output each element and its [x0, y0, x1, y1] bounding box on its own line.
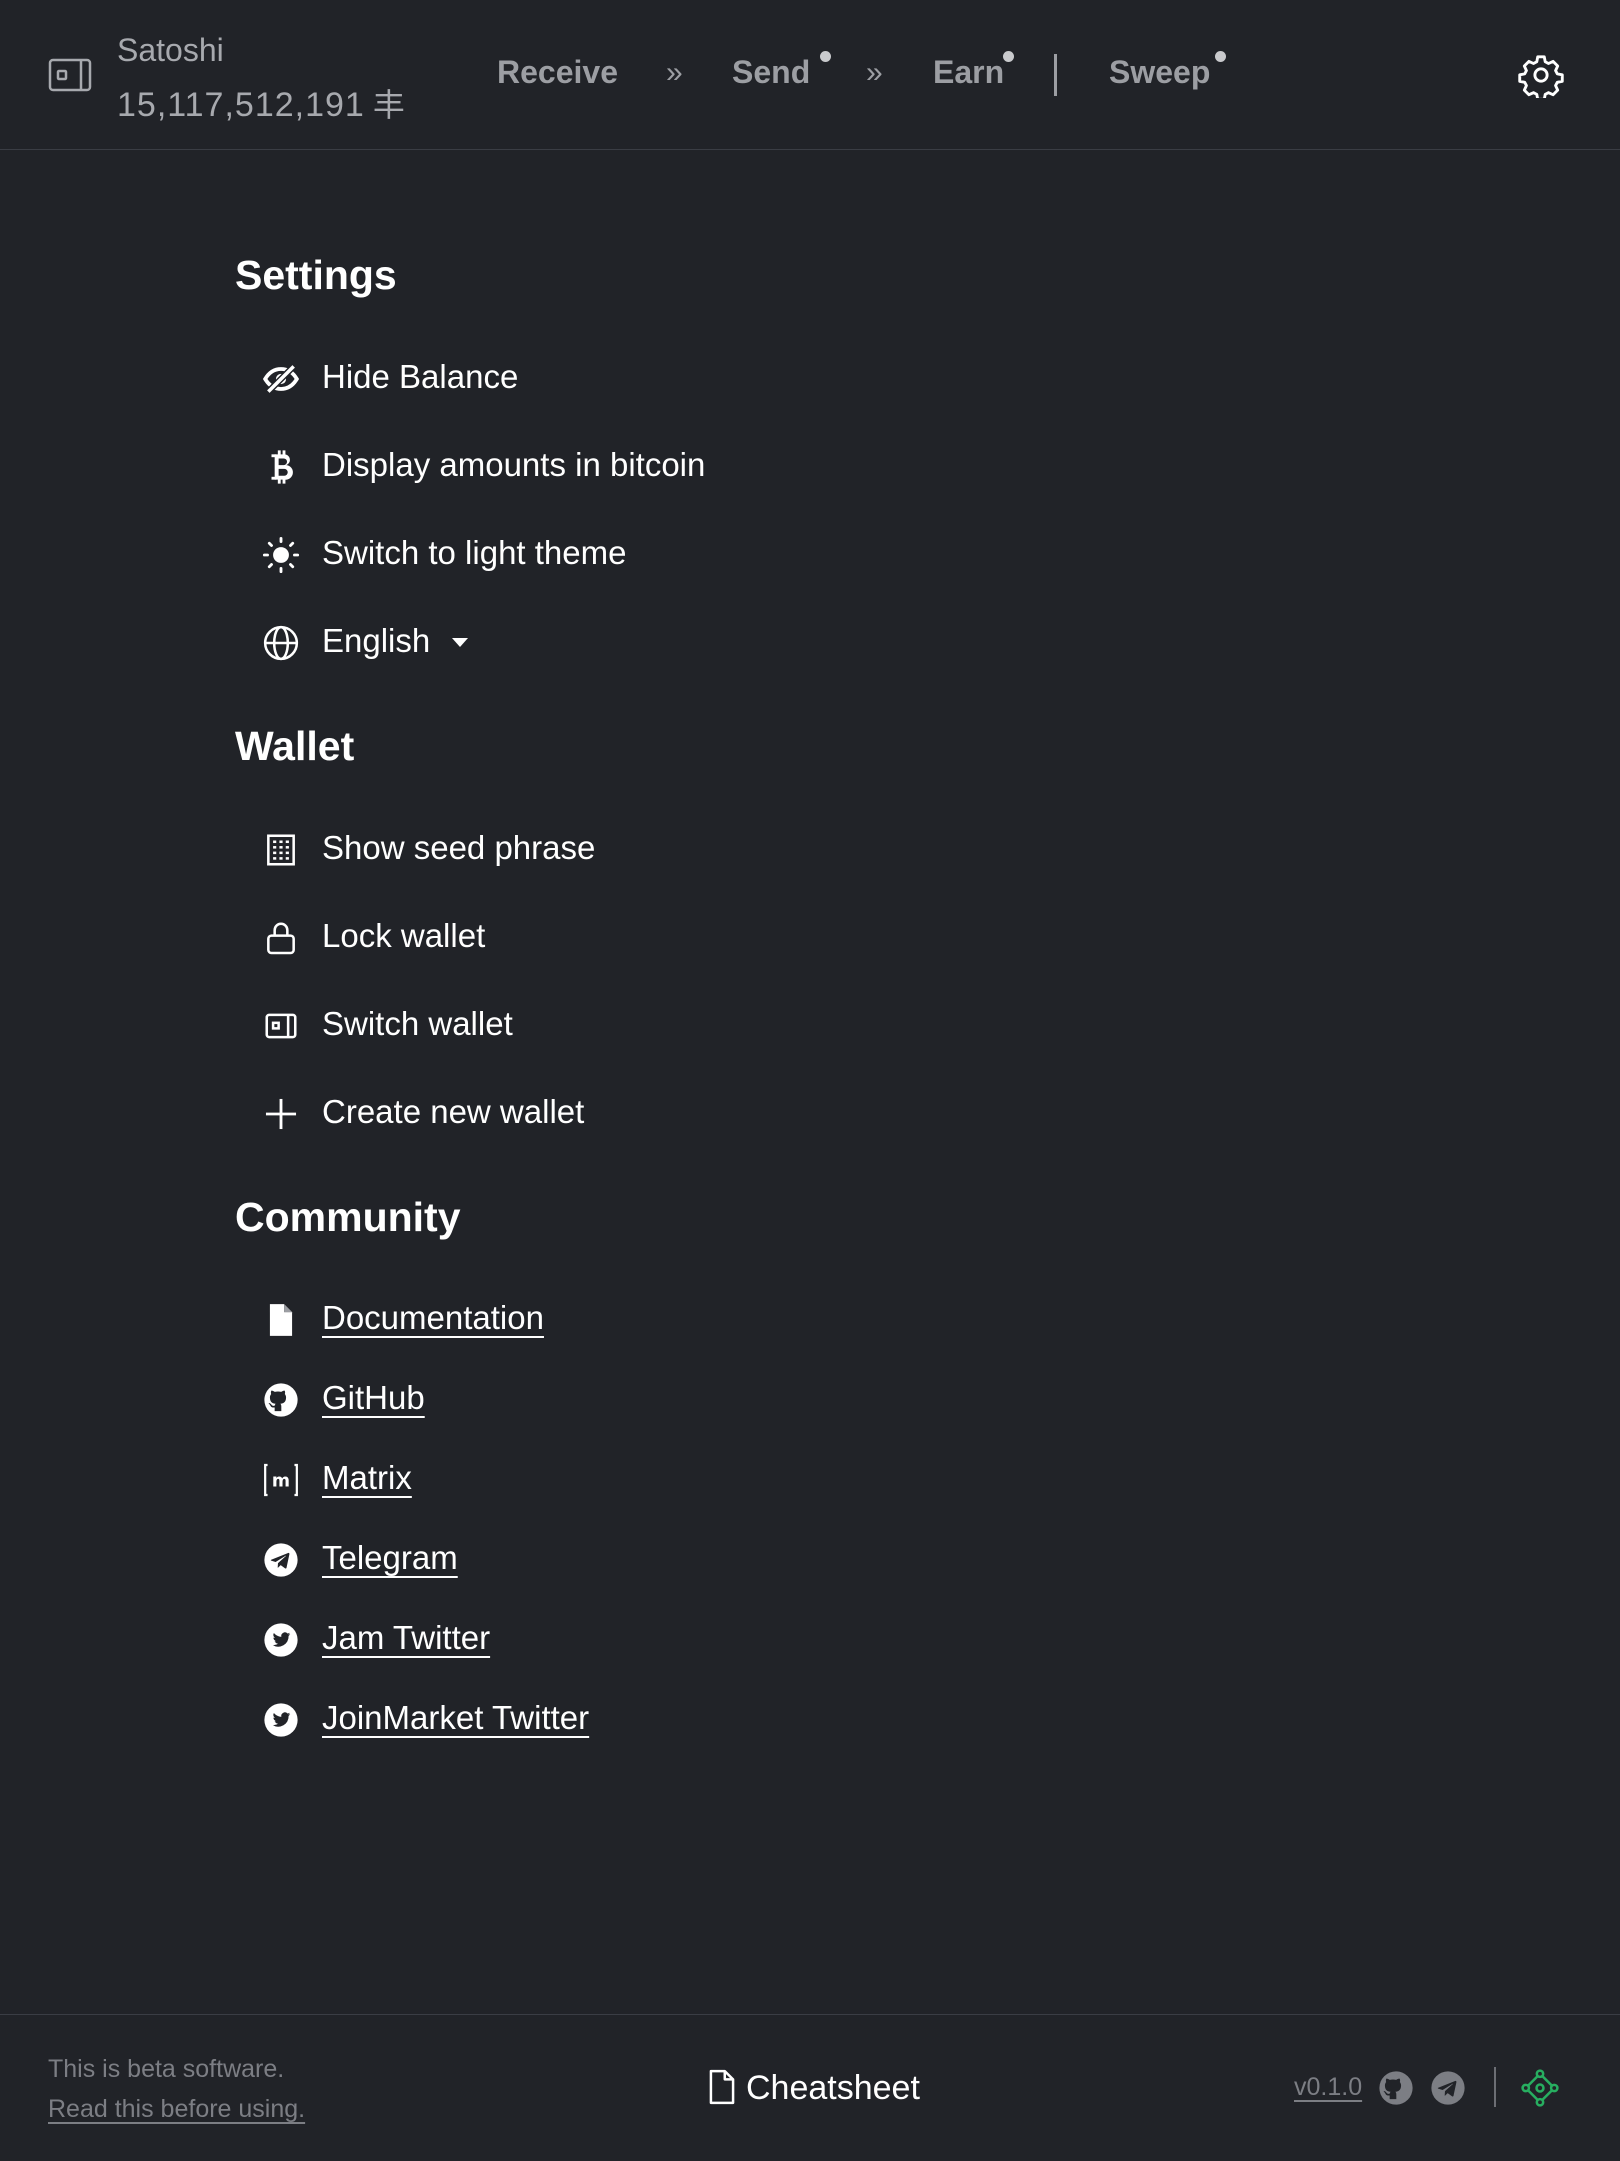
hide-balance-label: Hide Balance — [322, 358, 519, 395]
top-navbar: Satoshi 15,117,512,191 丰 Receive » Send »… — [0, 0, 1620, 150]
telegram-label: Telegram — [322, 1539, 458, 1576]
sun-icon — [262, 536, 300, 574]
cheatsheet-button[interactable]: Cheatsheet — [708, 2069, 928, 2109]
nav-sweep[interactable]: Sweep — [1109, 54, 1210, 91]
show-seed-label: Show seed phrase — [322, 829, 596, 866]
community-heading: Community — [235, 1194, 461, 1240]
beta-warning-link[interactable]: Read this before using. — [48, 2095, 305, 2124]
svg-text:m: m — [272, 1471, 290, 1491]
connection-status-icon[interactable] — [1521, 2069, 1559, 2107]
twitter-icon — [264, 1703, 298, 1737]
settings-heading: Settings — [235, 252, 397, 298]
main-nav: Receive » Send » Earn Sweep — [0, 51, 1620, 100]
language-select[interactable]: English — [262, 618, 482, 668]
cheatsheet-label: Cheatsheet — [746, 2069, 920, 2107]
display-bitcoin-label: Display amounts in bitcoin — [322, 446, 706, 483]
telegram-icon — [264, 1543, 298, 1577]
light-theme-label: Switch to light theme — [322, 534, 627, 571]
create-wallet-label: Create new wallet — [322, 1093, 585, 1130]
version-link[interactable]: v0.1.0 — [1294, 2073, 1362, 2102]
matrix-icon: m — [264, 1463, 298, 1497]
documentation-label: Documentation — [322, 1299, 544, 1336]
nav-earn[interactable]: Earn — [933, 54, 1004, 91]
telegram-icon[interactable] — [1429, 2069, 1467, 2107]
plus-icon — [265, 1098, 297, 1130]
sweep-status-dot — [1215, 51, 1226, 62]
github-icon — [264, 1383, 298, 1417]
nav-receive[interactable]: Receive — [497, 54, 618, 91]
gear-icon[interactable] — [1518, 52, 1564, 98]
nav-divider — [1054, 54, 1057, 96]
lock-icon — [267, 922, 295, 955]
nav-separator: » — [866, 56, 883, 89]
footer-divider — [1494, 2067, 1496, 2107]
wallet-heading: Wallet — [235, 723, 355, 769]
nav-send[interactable]: Send — [732, 54, 810, 91]
matrix-label: Matrix — [322, 1459, 412, 1496]
footer: This is beta software. Read this before … — [0, 2014, 1620, 2161]
chevron-down-icon — [452, 638, 468, 647]
lock-wallet-label: Lock wallet — [322, 917, 486, 954]
beta-notice: This is beta software. — [48, 2055, 285, 2083]
github-label: GitHub — [322, 1379, 425, 1416]
file-icon — [269, 1304, 293, 1336]
file-icon — [709, 2069, 735, 2105]
globe-icon — [263, 625, 299, 661]
wallet-icon — [265, 1013, 297, 1039]
grid-icon — [267, 834, 295, 866]
bitcoin-icon — [271, 450, 293, 484]
nav-separator: » — [666, 56, 683, 89]
earn-status-dot — [1003, 51, 1014, 62]
switch-wallet-label: Switch wallet — [322, 1005, 513, 1042]
send-status-dot — [820, 51, 831, 62]
github-icon[interactable] — [1377, 2069, 1415, 2107]
jam-twitter-label: Jam Twitter — [322, 1619, 491, 1656]
twitter-icon — [264, 1623, 298, 1657]
eye-slash-icon — [262, 364, 300, 394]
joinmarket-twitter-label: JoinMarket Twitter — [322, 1699, 590, 1736]
language-selected: English — [322, 622, 431, 659]
